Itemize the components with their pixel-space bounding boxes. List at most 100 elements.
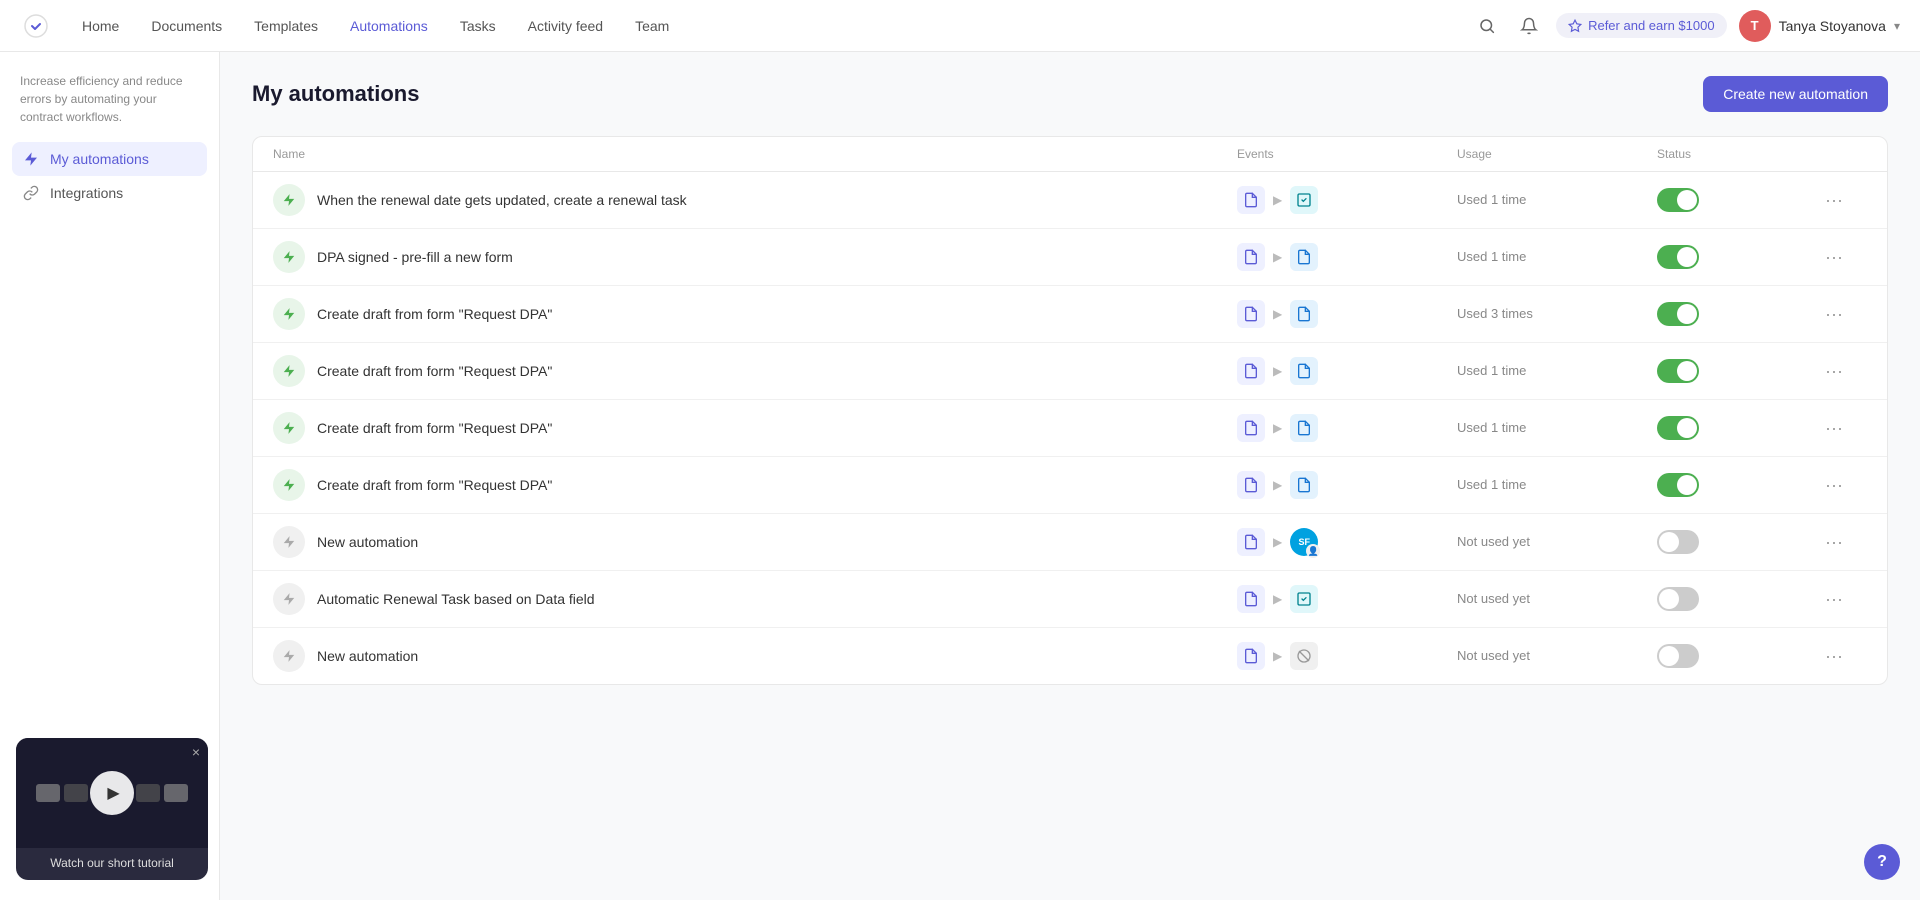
page-title: My automations: [252, 81, 419, 107]
sidebar-item-label-my-automations: My automations: [50, 151, 149, 167]
row-name-col: Automatic Renewal Task based on Data fie…: [273, 583, 1237, 615]
create-automation-button[interactable]: Create new automation: [1703, 76, 1888, 112]
event-target-icon: [1290, 186, 1318, 214]
topnav: HomeDocumentsTemplatesAutomationsTasksAc…: [0, 0, 1920, 52]
row-name-col: DPA signed - pre-fill a new form: [273, 241, 1237, 273]
more-options-button[interactable]: ···: [1817, 642, 1851, 671]
nav-links: HomeDocumentsTemplatesAutomationsTasksAc…: [68, 12, 1472, 40]
table-header: Name Events Usage Status: [253, 137, 1887, 172]
usage-text: Used 3 times: [1457, 306, 1533, 321]
chevron-down-icon: ▾: [1894, 19, 1900, 33]
automation-icon: [273, 298, 305, 330]
status-col: [1657, 530, 1817, 554]
row-name-col: When the renewal date gets updated, crea…: [273, 184, 1237, 216]
refer-badge[interactable]: Refer and earn $1000: [1556, 13, 1726, 38]
actions-col: ···: [1817, 414, 1867, 443]
usage-text: Not used yet: [1457, 648, 1530, 663]
status-col: [1657, 644, 1817, 668]
app-logo[interactable]: [20, 10, 52, 42]
automation-icon: [273, 355, 305, 387]
status-toggle[interactable]: [1657, 644, 1699, 668]
help-button[interactable]: ?: [1864, 844, 1900, 880]
more-options-button[interactable]: ···: [1817, 585, 1851, 614]
arrow-icon: ▶: [1273, 364, 1282, 378]
arrow-icon: ▶: [1273, 307, 1282, 321]
refer-label: Refer and earn $1000: [1588, 18, 1714, 33]
usage-text: Used 1 time: [1457, 249, 1526, 264]
events-col: ▶SF👤: [1237, 528, 1457, 556]
more-options-button[interactable]: ···: [1817, 357, 1851, 386]
table-row: Automatic Renewal Task based on Data fie…: [253, 571, 1887, 628]
usage-col: Used 1 time: [1457, 191, 1657, 209]
status-col: [1657, 245, 1817, 269]
event-target-icon: [1290, 357, 1318, 385]
nav-link-home[interactable]: Home: [68, 12, 133, 40]
automation-name: Automatic Renewal Task based on Data fie…: [317, 591, 595, 607]
event-target-icon: [1290, 414, 1318, 442]
events-col: ▶: [1237, 642, 1457, 670]
more-options-button[interactable]: ···: [1817, 471, 1851, 500]
event-target-icon: [1290, 642, 1318, 670]
usage-col: Used 1 time: [1457, 419, 1657, 437]
more-options-button[interactable]: ···: [1817, 414, 1851, 443]
automation-name: DPA signed - pre-fill a new form: [317, 249, 513, 265]
row-name-col: New automation: [273, 526, 1237, 558]
col-status: Status: [1657, 147, 1817, 161]
nav-link-templates[interactable]: Templates: [240, 12, 332, 40]
actions-col: ···: [1817, 243, 1867, 272]
nav-link-documents[interactable]: Documents: [137, 12, 236, 40]
more-options-button[interactable]: ···: [1817, 300, 1851, 329]
status-col: [1657, 359, 1817, 383]
events-col: ▶: [1237, 300, 1457, 328]
event-source-icon: [1237, 642, 1265, 670]
actions-col: ···: [1817, 642, 1867, 671]
usage-col: Used 1 time: [1457, 362, 1657, 380]
status-toggle[interactable]: [1657, 188, 1699, 212]
event-target-icon: SF👤: [1290, 528, 1318, 556]
row-name-col: Create draft from form "Request DPA": [273, 412, 1237, 444]
status-toggle[interactable]: [1657, 359, 1699, 383]
table-row: Create draft from form "Request DPA"▶Use…: [253, 343, 1887, 400]
tutorial-strip-left: [36, 784, 88, 802]
event-source-icon: [1237, 585, 1265, 613]
col-events: Events: [1237, 147, 1457, 161]
event-target-icon: [1290, 243, 1318, 271]
events-col: ▶: [1237, 186, 1457, 214]
nav-link-activity-feed[interactable]: Activity feed: [514, 12, 617, 40]
more-options-button[interactable]: ···: [1817, 528, 1851, 557]
table-row: DPA signed - pre-fill a new form ▶ Used 1 …: [253, 229, 1887, 286]
sidebar-item-my-automations[interactable]: My automations: [12, 142, 207, 176]
status-toggle[interactable]: [1657, 416, 1699, 440]
tutorial-play-button[interactable]: [90, 771, 134, 815]
automation-name: Create draft from form "Request DPA": [317, 420, 552, 436]
status-toggle[interactable]: [1657, 302, 1699, 326]
arrow-icon: ▶: [1273, 250, 1282, 264]
user-area[interactable]: T Tanya Stoyanova ▾: [1739, 10, 1900, 42]
automation-icon: [273, 640, 305, 672]
notifications-button[interactable]: [1514, 11, 1544, 41]
status-toggle[interactable]: [1657, 245, 1699, 269]
nav-link-team[interactable]: Team: [621, 12, 683, 40]
search-button[interactable]: [1472, 11, 1502, 41]
status-toggle[interactable]: [1657, 587, 1699, 611]
usage-text: Used 1 time: [1457, 363, 1526, 378]
status-toggle[interactable]: [1657, 530, 1699, 554]
more-options-button[interactable]: ···: [1817, 186, 1851, 215]
tutorial-label-text: Watch our short tutorial: [26, 856, 198, 870]
usage-text: Used 1 time: [1457, 192, 1526, 207]
table-row: When the renewal date gets updated, crea…: [253, 172, 1887, 229]
usage-col: Used 3 times: [1457, 305, 1657, 323]
usage-text: Not used yet: [1457, 534, 1530, 549]
arrow-icon: ▶: [1273, 649, 1282, 663]
automation-icon: [273, 184, 305, 216]
more-options-button[interactable]: ···: [1817, 243, 1851, 272]
close-tutorial-button[interactable]: ×: [192, 744, 200, 760]
status-toggle[interactable]: [1657, 473, 1699, 497]
table-row: Create draft from form "Request DPA"▶Use…: [253, 286, 1887, 343]
event-source-icon: [1237, 243, 1265, 271]
table-row: Create draft from form "Request DPA"▶Use…: [253, 400, 1887, 457]
usage-col: Used 1 time: [1457, 476, 1657, 494]
sidebar-item-integrations[interactable]: Integrations: [12, 176, 207, 210]
nav-link-tasks[interactable]: Tasks: [446, 12, 510, 40]
nav-link-automations[interactable]: Automations: [336, 12, 442, 40]
